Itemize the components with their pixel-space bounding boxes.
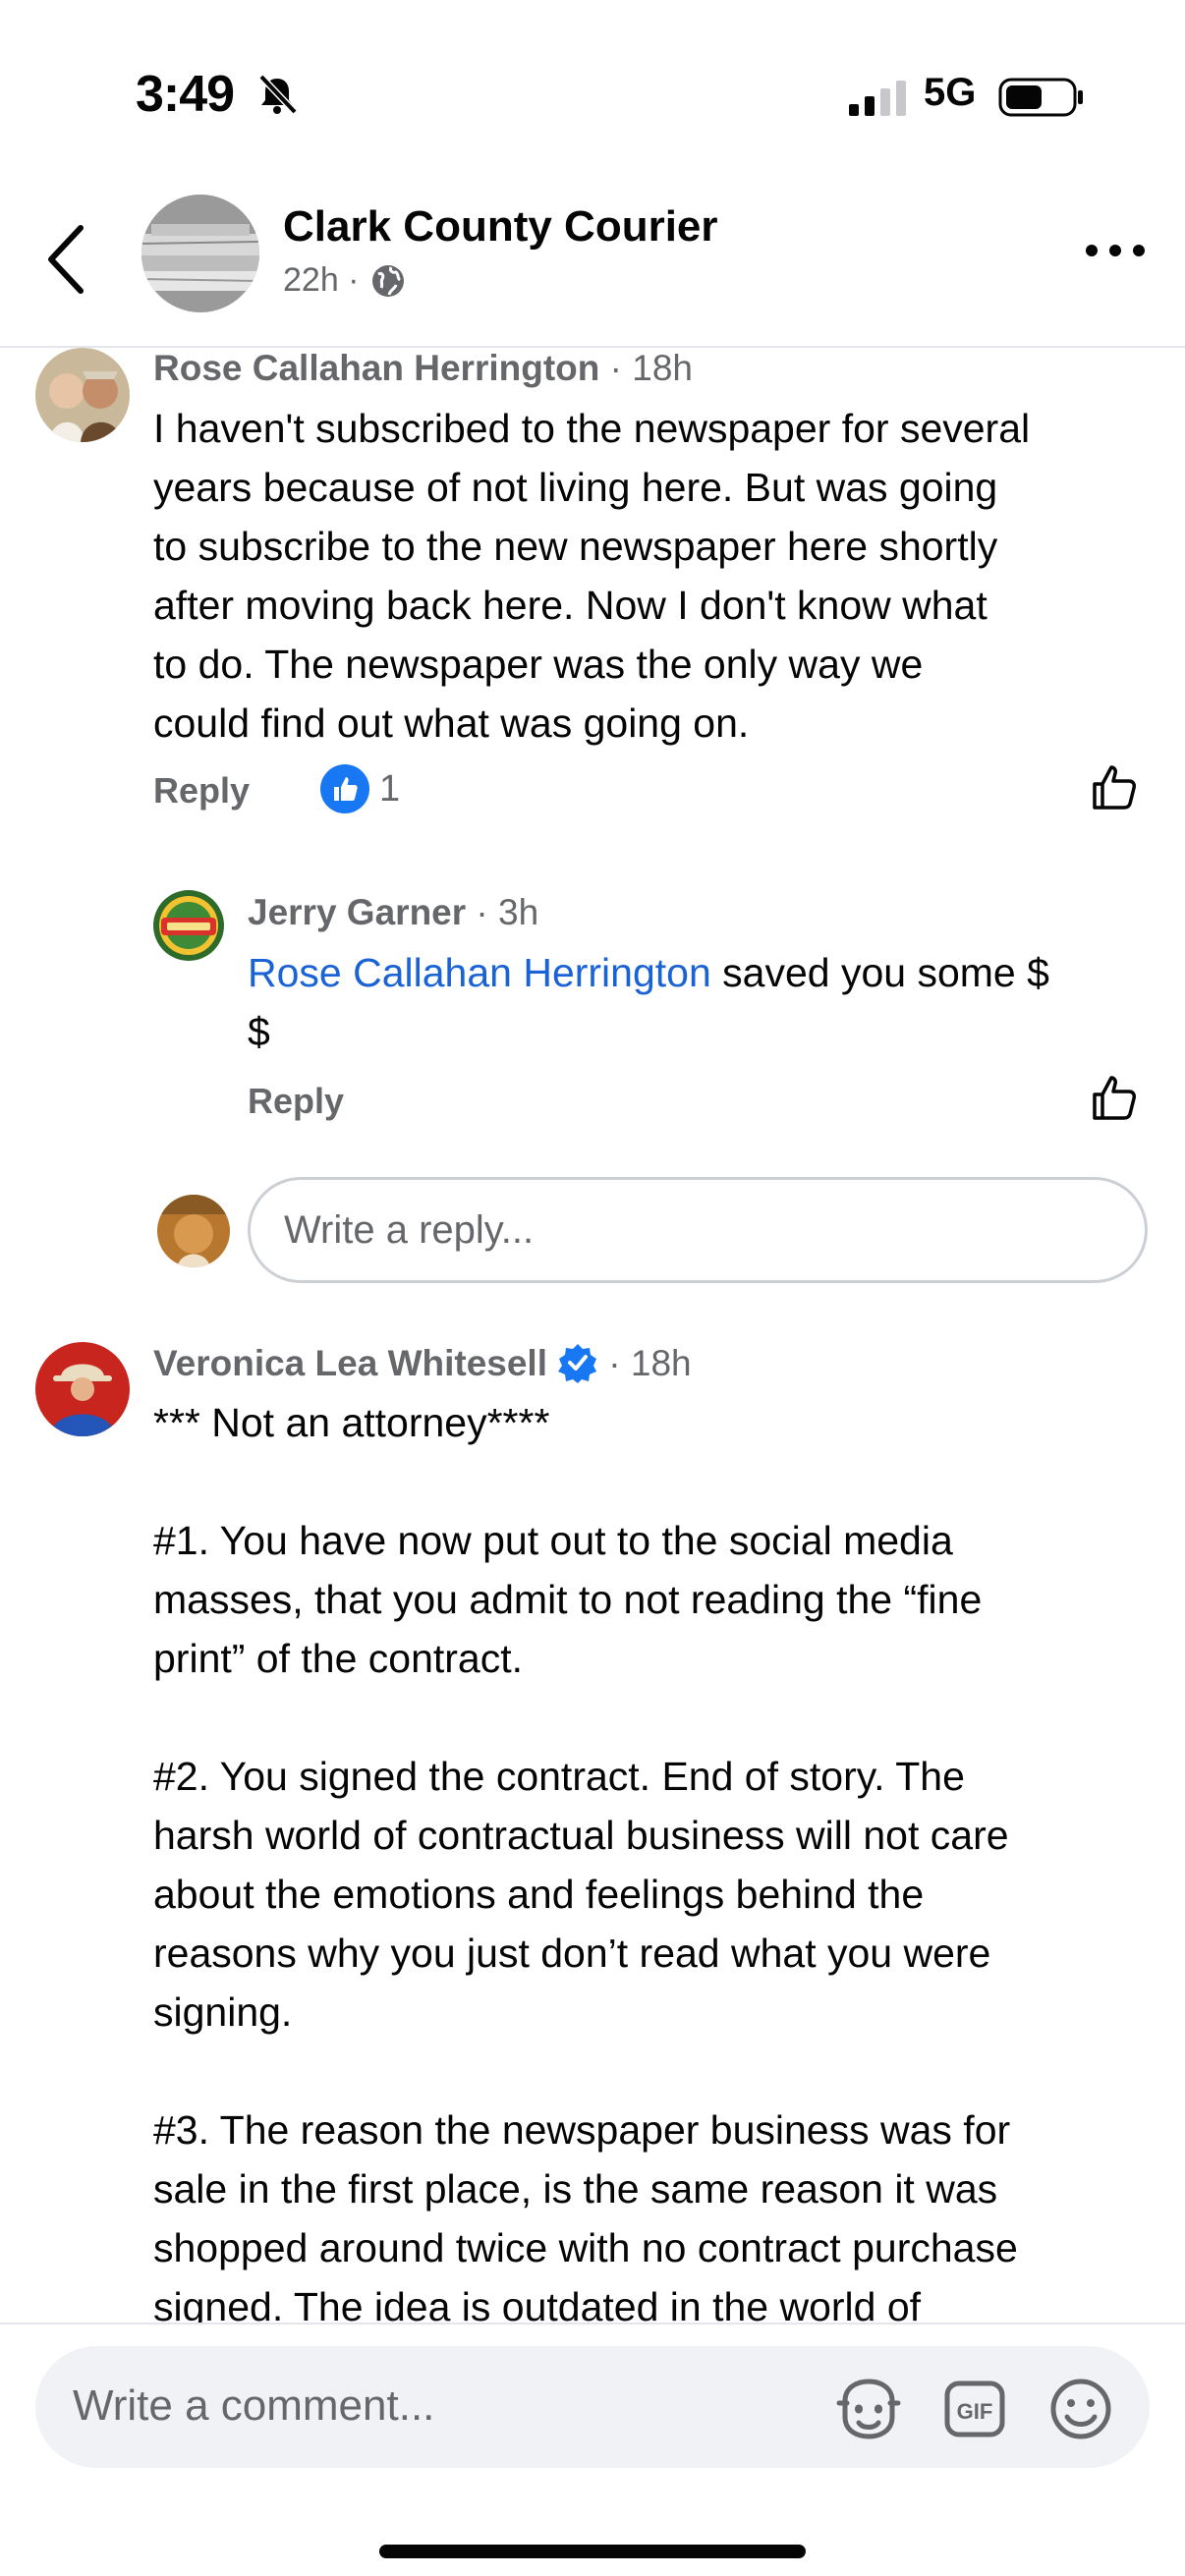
comment-author[interactable]: Rose Callahan Herrington xyxy=(153,348,599,388)
like-reaction-icon xyxy=(320,764,369,813)
reply-time: · 3h xyxy=(466,892,539,932)
signal-icon xyxy=(849,81,906,116)
post-age: 22h · xyxy=(283,261,360,299)
page-avatar[interactable] xyxy=(141,195,259,312)
comment-input-placeholder: Write a comment... xyxy=(73,2381,435,2430)
comments-list: Rose Callahan Herrington · 18h I haven't… xyxy=(0,348,1185,2323)
verified-badge-icon xyxy=(557,1344,596,1383)
reply-button[interactable]: Reply xyxy=(153,770,250,812)
reply-input[interactable]: Write a reply... xyxy=(248,1177,1148,1283)
reaction-count: 1 xyxy=(379,767,401,810)
comment-input[interactable]: Write a comment... GIF xyxy=(35,2346,1150,2468)
comment-composer: Write a comment... GIF xyxy=(0,2323,1185,2576)
comment-time: · 18h xyxy=(597,1343,692,1383)
reply-input-placeholder: Write a reply... xyxy=(284,1207,535,1252)
avatar[interactable] xyxy=(35,1342,130,1436)
reply-text: Rose Callahan Herrington saved you some … xyxy=(248,943,1152,1061)
comment-author-line: Veronica Lea Whitesell · 18h xyxy=(153,1342,692,1384)
gif-icon[interactable]: GIF xyxy=(939,2374,1010,2444)
like-icon[interactable] xyxy=(1089,1073,1140,1124)
mention-link[interactable]: Rose Callahan Herrington xyxy=(248,950,711,995)
home-indicator xyxy=(379,2545,806,2558)
status-time: 3:49 xyxy=(136,66,235,123)
post-meta: 22h · xyxy=(283,261,407,300)
post-header: Clark County Courier 22h · xyxy=(0,187,1185,348)
globe-icon xyxy=(371,264,404,297)
like-icon[interactable] xyxy=(1089,762,1140,813)
reply-author-line: Jerry Garner · 3h xyxy=(248,892,538,933)
reaction-summary[interactable]: 1 xyxy=(320,764,400,813)
back-icon[interactable] xyxy=(43,220,90,299)
reply-avatar[interactable] xyxy=(153,890,224,961)
comment-text: I haven't subscribed to the newspaper fo… xyxy=(153,406,1031,746)
current-user-avatar xyxy=(157,1195,230,1267)
avatar[interactable] xyxy=(35,348,130,442)
comment-text: *** Not an attorney**** #1. You have now… xyxy=(153,1400,1018,2323)
svg-text:GIF: GIF xyxy=(957,2399,993,2424)
battery-icon xyxy=(998,78,1083,117)
avatar-sticker-icon[interactable] xyxy=(833,2374,904,2444)
network-label: 5G xyxy=(924,71,977,114)
emoji-icon[interactable] xyxy=(1045,2374,1116,2444)
reply-author[interactable]: Jerry Garner xyxy=(248,892,466,932)
comment-author[interactable]: Veronica Lea Whitesell xyxy=(153,1343,547,1383)
page-name[interactable]: Clark County Courier xyxy=(283,202,718,252)
more-options-icon[interactable] xyxy=(1081,236,1150,265)
status-bar: 3:49 5G xyxy=(0,0,1185,187)
comment-author-line: Rose Callahan Herrington · 18h xyxy=(153,348,693,389)
bell-off-icon xyxy=(258,74,298,115)
comment-time: · 18h xyxy=(599,348,693,388)
reply-button[interactable]: Reply xyxy=(248,1081,344,1122)
